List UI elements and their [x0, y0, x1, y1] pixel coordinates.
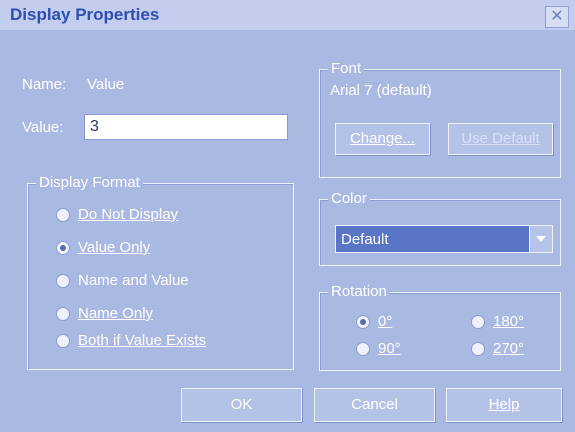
- change-font-label: Change...: [349, 130, 416, 147]
- cancel-button[interactable]: Cancel: [314, 388, 435, 422]
- rotation-legend: Rotation: [328, 283, 390, 300]
- radio-button-selected[interactable]: [56, 241, 70, 255]
- dropdown-arrow-icon[interactable]: [529, 226, 552, 252]
- radio-button[interactable]: [56, 274, 70, 288]
- name-value: Value: [87, 76, 125, 93]
- color-legend: Color: [328, 190, 370, 207]
- title-bar: Display Properties ✕: [0, 0, 575, 30]
- dialog-title: Display Properties: [10, 5, 160, 24]
- radio-label: 180°: [493, 313, 525, 330]
- cancel-label: Cancel: [351, 396, 398, 413]
- display-format-legend: Display Format: [36, 174, 143, 191]
- radio-button[interactable]: [56, 208, 70, 222]
- radio-label: 0°: [378, 313, 393, 330]
- radio-label: Name Only: [78, 305, 154, 322]
- display-format-group: Display Format Do Not Display Value Only…: [27, 174, 294, 370]
- ok-button[interactable]: OK: [181, 388, 302, 422]
- name-label: Name:: [22, 76, 67, 93]
- help-button[interactable]: Help: [446, 388, 562, 422]
- radio-label: Both if Value Exists: [78, 332, 207, 349]
- radio-label: Name and Value: [78, 272, 189, 289]
- close-icon: ✕: [550, 8, 564, 25]
- use-default-button[interactable]: Use Default: [448, 123, 553, 155]
- value-input-text: 3: [90, 118, 99, 135]
- font-group: Font Arial 7 (default) Change... Use Def…: [319, 60, 561, 178]
- radio-button-selected[interactable]: [356, 315, 370, 329]
- radio-button[interactable]: [471, 342, 485, 356]
- radio-button[interactable]: [56, 307, 70, 321]
- value-input[interactable]: 3: [84, 114, 288, 140]
- current-font: Arial 7 (default): [330, 82, 432, 99]
- use-default-label: Use Default: [461, 130, 540, 147]
- font-legend: Font: [328, 60, 365, 77]
- help-label: Help: [488, 396, 520, 413]
- radio-label: Do Not Display: [78, 206, 179, 223]
- ok-label: OK: [230, 396, 253, 413]
- color-select-value: Default: [341, 231, 389, 248]
- radio-button[interactable]: [471, 315, 485, 329]
- radio-button[interactable]: [356, 342, 370, 356]
- radio-label: 90°: [378, 340, 401, 357]
- radio-label: Value Only: [78, 239, 151, 256]
- close-button[interactable]: ✕: [545, 6, 569, 28]
- rotation-group: Rotation 0° 180° 90° 270°: [319, 283, 561, 371]
- radio-button[interactable]: [56, 334, 70, 348]
- change-font-button[interactable]: Change...: [335, 123, 430, 155]
- value-label: Value:: [22, 119, 64, 136]
- color-select[interactable]: Default: [335, 225, 553, 253]
- radio-label: 270°: [493, 340, 525, 357]
